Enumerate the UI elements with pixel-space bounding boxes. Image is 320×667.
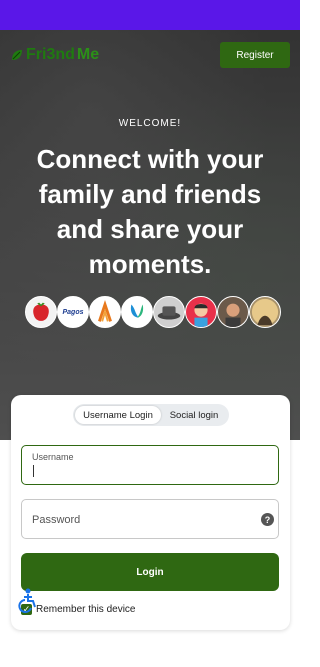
man-photo-icon <box>225 303 241 327</box>
remember-label: Remember this device <box>36 603 136 615</box>
hero-headline: Connect with your family and friends and… <box>36 144 264 279</box>
help-icon[interactable]: ? <box>261 513 274 526</box>
tab-social-login[interactable]: Social login <box>161 406 227 424</box>
remember-device[interactable]: ✓ Remember this device <box>21 602 135 616</box>
tab-username-login[interactable]: Username Login <box>75 406 161 424</box>
accessibility-icon[interactable] <box>16 587 38 613</box>
ers-avatar[interactable] <box>89 296 121 328</box>
password-input[interactable] <box>32 512 232 528</box>
login-button[interactable]: Login <box>21 553 279 591</box>
cartoon-face-icon <box>194 303 208 327</box>
cartoon-avatar[interactable] <box>185 296 217 328</box>
strawberry-avatar[interactable] <box>25 296 57 328</box>
password-field[interactable]: ? <box>21 499 279 539</box>
sunset-silhouette-icon <box>251 298 279 326</box>
logo-text-secondary: Me <box>76 46 100 63</box>
hat-icon <box>157 306 181 320</box>
pagos-label: Pagos <box>62 308 84 316</box>
username-field[interactable]: Username <box>21 445 279 485</box>
welcome-text: WELCOME! <box>118 118 182 129</box>
login-card: Username Login Social login Username ? L… <box>11 395 290 630</box>
univsense-avatar[interactable] <box>121 296 153 328</box>
login-method-toggle: Username Login Social login <box>73 404 229 426</box>
avatar-row: Pagos <box>25 296 285 330</box>
silhouette-avatar[interactable] <box>249 296 281 328</box>
univsense-logo-icon <box>130 304 144 318</box>
register-button[interactable]: Register <box>220 42 290 68</box>
hat-avatar[interactable] <box>153 296 185 328</box>
app-logo[interactable]: Fri3nd Me <box>10 44 99 66</box>
status-bar <box>0 0 300 30</box>
man-avatar[interactable] <box>217 296 249 328</box>
ers-logo-icon <box>98 300 112 322</box>
strawberry-icon <box>33 302 49 321</box>
pagos-avatar[interactable]: Pagos <box>57 296 89 328</box>
logo-text-primary: Fri3nd <box>26 46 75 63</box>
username-label: Username <box>32 452 74 462</box>
leaf-icon <box>12 50 22 60</box>
hero-banner: Fri3nd Me Register WELCOME! Connect with … <box>0 30 300 440</box>
text-caret <box>33 465 34 477</box>
